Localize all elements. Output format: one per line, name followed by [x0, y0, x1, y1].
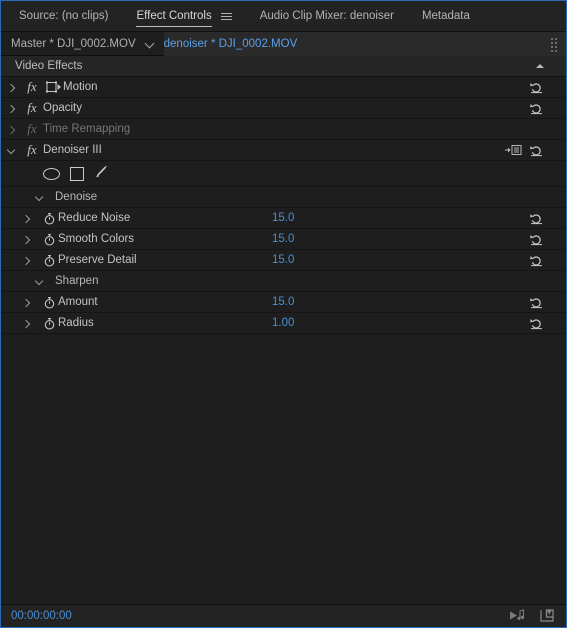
fx-icon: fx: [27, 100, 37, 115]
param-amount[interactable]: Amount 15.0: [1, 292, 566, 313]
param-radius[interactable]: Radius 1.00: [1, 313, 566, 334]
tab-metadata[interactable]: Metadata: [408, 1, 484, 31]
video-effects-section-header[interactable]: Video Effects: [1, 56, 566, 77]
effect-time-remapping[interactable]: fx Time Remapping: [1, 119, 566, 140]
disclosure-triangle-icon[interactable]: [1, 125, 21, 134]
play-audio-icon[interactable]: [509, 609, 526, 627]
param-preserve-detail-label: Preserve Detail: [58, 254, 137, 266]
reset-icon[interactable]: [529, 295, 544, 310]
group-sharpen[interactable]: Sharpen: [1, 271, 566, 292]
ellipse-mask-icon[interactable]: [43, 167, 60, 180]
effect-controls-panel: Source: (no clips) Effect Controls Audio…: [0, 0, 567, 628]
param-preserve-detail[interactable]: Preserve Detail 15.0: [1, 250, 566, 271]
param-smooth-colors-value[interactable]: 15.0: [272, 233, 294, 245]
param-radius-value[interactable]: 1.00: [272, 317, 294, 329]
effect-time-remapping-label: Time Remapping: [43, 123, 131, 135]
effect-denoiser-iii-label: Denoiser III: [43, 144, 102, 156]
disclosure-triangle-icon[interactable]: [29, 277, 49, 286]
triangle-up-icon[interactable]: [536, 64, 544, 68]
rectangle-mask-icon[interactable]: [70, 166, 84, 181]
tab-audio-clip-mixer[interactable]: Audio Clip Mixer: denoiser: [246, 1, 408, 31]
hamburger-menu-icon[interactable]: [220, 12, 232, 20]
fx-icon: fx: [27, 79, 37, 94]
reset-icon[interactable]: [529, 143, 544, 158]
group-sharpen-label: Sharpen: [55, 275, 99, 287]
mask-tools-row: [1, 161, 566, 187]
reset-icon[interactable]: [529, 80, 544, 95]
stopwatch-icon[interactable]: [41, 233, 58, 246]
tab-audio-clip-mixer-label: Audio Clip Mixer: denoiser: [259, 10, 394, 22]
disclosure-triangle-icon[interactable]: [1, 104, 21, 113]
timecode-display[interactable]: 00:00:00:00: [1, 610, 72, 622]
disclosure-triangle-icon[interactable]: [16, 235, 36, 244]
export-frame-icon[interactable]: [540, 609, 556, 627]
free-draw-mask-icon[interactable]: [505, 144, 522, 157]
disclosure-triangle-icon[interactable]: [1, 146, 21, 155]
reset-icon[interactable]: [529, 211, 544, 226]
tab-effect-controls-label: Effect Controls: [136, 10, 212, 22]
disclosure-triangle-icon[interactable]: [16, 298, 36, 307]
effect-motion-label: Motion: [63, 81, 98, 93]
video-effects-label: Video Effects: [15, 60, 83, 72]
master-clip-label[interactable]: Master * DJI_0002.MOV: [1, 38, 136, 50]
tab-source[interactable]: Source: (no clips): [1, 1, 122, 31]
drag-grip-icon[interactable]: [551, 38, 558, 52]
tab-effect-controls[interactable]: Effect Controls: [122, 1, 245, 31]
param-preserve-detail-value[interactable]: 15.0: [272, 254, 294, 266]
stopwatch-icon[interactable]: [41, 296, 58, 309]
stopwatch-icon[interactable]: [41, 254, 58, 267]
disclosure-triangle-icon[interactable]: [1, 83, 21, 92]
effect-motion[interactable]: fx Motion: [1, 77, 566, 98]
param-reduce-noise-label: Reduce Noise: [58, 212, 131, 224]
chevron-down-icon[interactable]: [146, 39, 155, 48]
stopwatch-icon[interactable]: [41, 317, 58, 330]
panel-footer: 00:00:00:00: [1, 604, 566, 627]
clip-selector-bar: Master * DJI_0002.MOV denoiser * DJI_000…: [1, 31, 566, 56]
reset-icon[interactable]: [529, 232, 544, 247]
group-denoise-label: Denoise: [55, 191, 98, 203]
param-reduce-noise-value[interactable]: 15.0: [272, 212, 294, 224]
pen-mask-icon[interactable]: [94, 164, 109, 184]
reset-icon[interactable]: [529, 316, 544, 331]
tab-source-label: Source: (no clips): [19, 10, 109, 22]
stopwatch-icon[interactable]: [41, 212, 58, 225]
disclosure-triangle-icon[interactable]: [29, 193, 49, 202]
sequence-clip-label[interactable]: denoiser * DJI_0002.MOV: [163, 31, 566, 56]
tab-metadata-label: Metadata: [421, 10, 470, 22]
effect-denoiser-iii[interactable]: fx Denoiser III: [1, 140, 566, 161]
panel-tab-bar: Source: (no clips) Effect Controls Audio…: [1, 1, 566, 32]
effect-opacity[interactable]: fx Opacity: [1, 98, 566, 119]
param-smooth-colors[interactable]: Smooth Colors 15.0: [1, 229, 566, 250]
disclosure-triangle-icon[interactable]: [16, 214, 36, 223]
param-reduce-noise[interactable]: Reduce Noise 15.0: [1, 208, 566, 229]
reset-icon[interactable]: [529, 253, 544, 268]
param-amount-value[interactable]: 15.0: [272, 296, 294, 308]
reset-icon[interactable]: [529, 101, 544, 116]
effects-list: Video Effects fx Motion fx Opacity fx Ti…: [1, 56, 566, 604]
param-smooth-colors-label: Smooth Colors: [58, 233, 135, 245]
fx-icon: fx: [27, 121, 37, 136]
group-denoise[interactable]: Denoise: [1, 187, 566, 208]
transform-icon[interactable]: [43, 81, 63, 93]
fx-icon: fx: [27, 142, 37, 157]
param-radius-label: Radius: [58, 317, 94, 329]
effect-opacity-label: Opacity: [43, 102, 82, 114]
disclosure-triangle-icon[interactable]: [16, 319, 36, 328]
param-amount-label: Amount: [58, 296, 98, 308]
disclosure-triangle-icon[interactable]: [16, 256, 36, 265]
